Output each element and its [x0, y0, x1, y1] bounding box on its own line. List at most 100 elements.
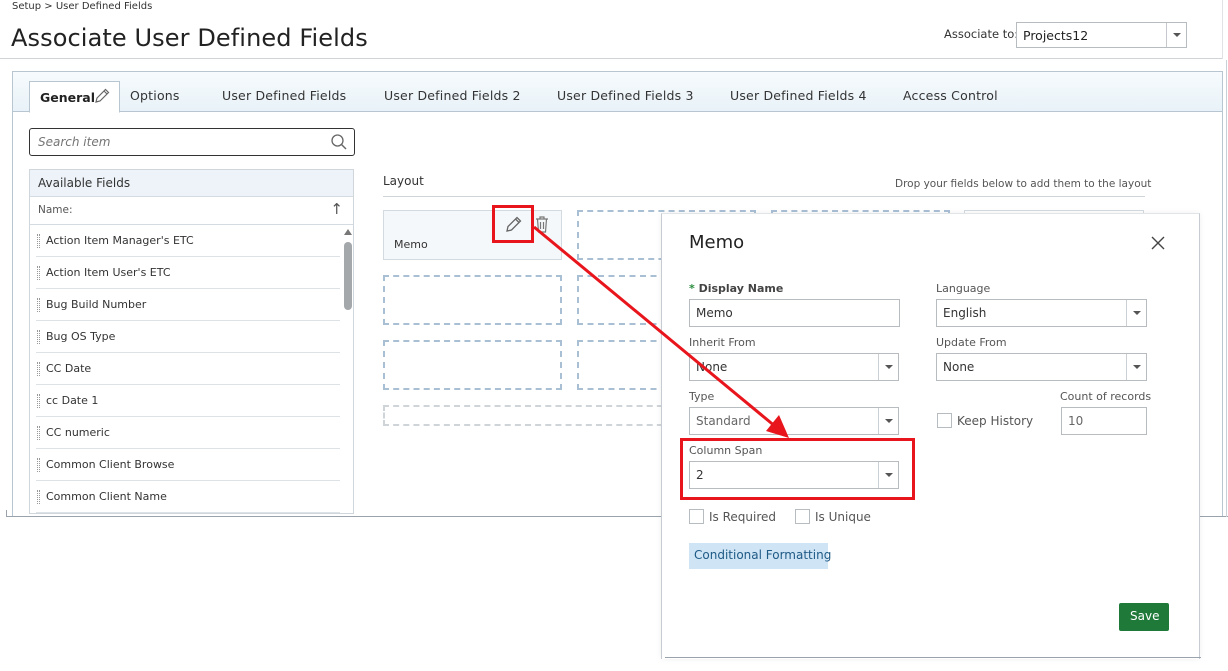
drag-handle-icon[interactable] [37, 490, 40, 504]
drag-handle-icon[interactable] [37, 458, 40, 472]
scrollbar-thumb[interactable] [344, 242, 352, 310]
list-item-label: Action Item User's ETC [46, 266, 171, 279]
drag-handle-icon[interactable] [37, 362, 40, 376]
language-select[interactable]: English [936, 299, 1147, 327]
count-of-records-label: Count of records [1060, 390, 1152, 403]
save-button[interactable]: Save [1119, 603, 1169, 631]
tab-general[interactable]: General [29, 81, 120, 113]
list-item-label: cc Date 1 [46, 394, 99, 407]
available-fields-title: Available Fields [38, 176, 131, 190]
display-name-label: * Display Name [689, 282, 784, 295]
layout-drop-slot[interactable] [383, 340, 562, 390]
type-select[interactable]: Standard [689, 407, 899, 435]
close-icon[interactable] [1150, 235, 1166, 255]
inherit-from-select[interactable]: None [689, 353, 899, 381]
right-panel-bottom-edge [1198, 516, 1228, 517]
scrollbar[interactable] [342, 225, 353, 513]
dialog-bottom-edge [665, 657, 1201, 658]
list-item[interactable]: Common Client Name [36, 481, 340, 513]
conditional-formatting-button[interactable]: Conditional Formatting [689, 543, 832, 569]
header-divider-vertical [1222, 0, 1223, 59]
search-icon[interactable] [330, 133, 348, 155]
list-item[interactable]: Bug Build Number [36, 289, 340, 321]
associate-to-select[interactable]: Projects12 [1016, 22, 1187, 48]
drag-handle-icon[interactable] [37, 330, 40, 344]
layout-hint: Drop your fields below to add them to th… [895, 178, 1152, 190]
is-required-label: Is Required [709, 510, 777, 524]
edit-field-button[interactable] [492, 205, 534, 243]
available-fields-header: Available Fields [30, 170, 353, 197]
display-name-value: Memo [696, 306, 733, 320]
page-title: Associate User Defined Fields [11, 24, 368, 52]
search-box [29, 128, 355, 156]
list-item[interactable]: Action Item User's ETC [36, 257, 340, 289]
tab-access-control[interactable]: Access Control [903, 88, 998, 103]
available-fields-panel: Available Fields Name: ↑ Action Item Man… [29, 169, 354, 514]
list-item[interactable]: Action Item Manager's ETC [36, 225, 340, 257]
chevron-down-icon[interactable] [878, 354, 898, 380]
tab-options[interactable]: Options [130, 88, 180, 103]
list-item-label: Bug Build Number [46, 298, 147, 311]
layout-label: Layout [383, 174, 424, 188]
drag-handle-icon[interactable] [37, 426, 40, 440]
update-from-label: Update From [936, 336, 1007, 349]
list-item[interactable]: cc Date 1 [36, 385, 340, 417]
search-input[interactable] [38, 133, 318, 151]
chevron-down-icon[interactable] [1126, 300, 1146, 326]
list-item-label: CC Date [46, 362, 92, 375]
layout-drop-row[interactable] [383, 405, 673, 426]
name-column-label: Name: [38, 204, 73, 216]
layout-field-memo-label: Memo [394, 238, 428, 251]
list-item-label: Action Item Manager's ETC [46, 234, 194, 247]
tab-user-defined-fields-4[interactable]: User Defined Fields 4 [730, 88, 867, 103]
list-item[interactable]: Common Client Browse [36, 449, 340, 481]
is-unique-label: Is Unique [815, 510, 871, 524]
tab-bar: General Options User Defined Fields User… [13, 72, 1222, 113]
list-item[interactable]: Bug OS Type [36, 321, 340, 353]
count-of-records-value: 10 [1068, 414, 1084, 428]
save-button-label: Save [1130, 609, 1160, 623]
name-column-header: Name: ↑ [30, 197, 353, 225]
memo-field-dialog [661, 213, 1200, 659]
drag-handle-icon[interactable] [37, 394, 40, 408]
is-unique-checkbox[interactable] [795, 509, 810, 524]
update-from-select[interactable]: None [936, 353, 1147, 381]
language-label: Language [936, 282, 991, 295]
update-from-value: None [943, 360, 975, 374]
sort-arrow-icon[interactable]: ↑ [330, 200, 343, 218]
drag-handle-icon[interactable] [37, 298, 40, 312]
keep-history-checkbox[interactable] [937, 413, 952, 428]
list-item[interactable]: CC numeric [36, 417, 340, 449]
list-item-label: Common Client Name [46, 490, 167, 503]
scroll-up-icon[interactable] [344, 229, 352, 235]
type-value: Standard [696, 414, 751, 428]
available-fields-list: Action Item Manager's ETC Action Item Us… [30, 225, 340, 513]
associate-to-label: Associate to: [944, 27, 1019, 41]
tab-general-label: General [40, 90, 95, 105]
tab-user-defined-fields[interactable]: User Defined Fields [222, 88, 346, 103]
breadcrumb[interactable]: Setup > User Defined Fields [12, 1, 152, 12]
tab-user-defined-fields-2[interactable]: User Defined Fields 2 [384, 88, 521, 103]
layout-drop-slot[interactable] [383, 275, 562, 325]
chevron-down-icon[interactable] [1126, 354, 1146, 380]
column-span-highlight [680, 438, 915, 500]
language-value: English [943, 306, 987, 320]
layout-drop-slot[interactable] [577, 340, 667, 390]
layout-drop-slot[interactable] [577, 275, 667, 325]
is-required-checkbox[interactable] [689, 509, 704, 524]
main-panel-bottom-edge [6, 516, 662, 517]
chevron-down-icon[interactable] [1166, 23, 1186, 47]
count-of-records-input[interactable]: 10 [1061, 407, 1147, 435]
conditional-formatting-label: Conditional Formatting [694, 548, 832, 562]
chevron-down-icon[interactable] [878, 408, 898, 434]
display-name-input[interactable]: Memo [689, 299, 900, 327]
inherit-from-label: Inherit From [689, 336, 756, 349]
list-item[interactable]: CC Date [36, 353, 340, 385]
main-panel-left-edge [6, 510, 7, 517]
trash-icon[interactable] [533, 214, 551, 238]
associate-to-value: Projects12 [1023, 28, 1089, 43]
tab-user-defined-fields-3[interactable]: User Defined Fields 3 [557, 88, 694, 103]
inherit-from-value: None [696, 360, 728, 374]
drag-handle-icon[interactable] [37, 234, 40, 248]
drag-handle-icon[interactable] [37, 266, 40, 280]
